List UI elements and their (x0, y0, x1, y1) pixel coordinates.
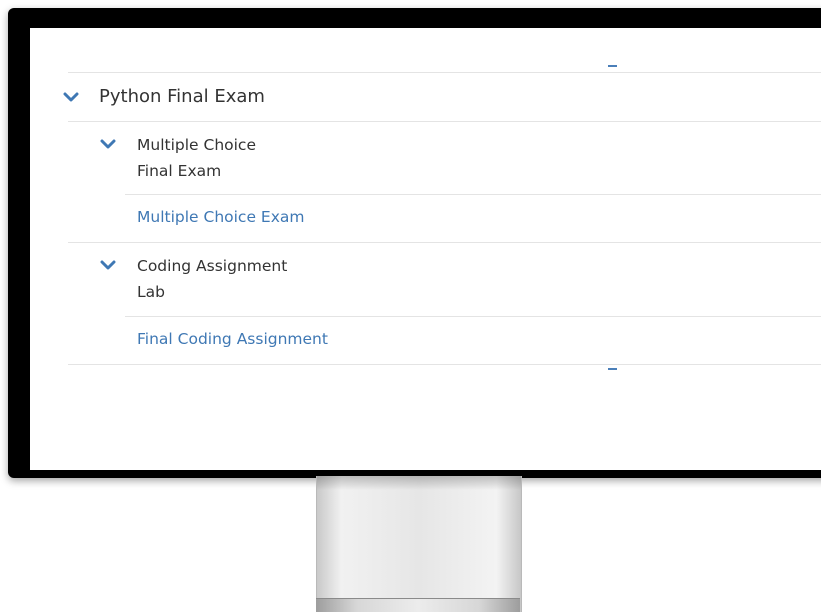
chevron-down-icon[interactable] (63, 91, 79, 103)
monitor-stand (316, 476, 522, 612)
section-divider (125, 316, 821, 317)
section-subtitle: Final Exam (137, 162, 222, 180)
section-row[interactable]: Multiple Choice Final Exam (30, 124, 821, 194)
monitor-scene: Python Final Exam Multiple Choice Final … (0, 0, 821, 612)
stand-shadow (317, 476, 521, 490)
chevron-down-icon[interactable] (100, 138, 116, 150)
monitor-screen: Python Final Exam Multiple Choice Final … (30, 28, 821, 470)
top-divider (68, 72, 821, 73)
course-header-row[interactable]: Python Final Exam (30, 78, 821, 122)
course-title: Python Final Exam (99, 86, 265, 107)
course-divider (68, 121, 821, 122)
chevron-down-icon[interactable] (100, 259, 116, 271)
bottom-divider (68, 364, 821, 365)
assignment-link[interactable]: Final Coding Assignment (137, 330, 328, 348)
section-divider (125, 194, 821, 195)
monitor-bezel: Python Final Exam Multiple Choice Final … (8, 8, 821, 478)
bottom-dash-indicator (608, 368, 617, 370)
section-subtitle: Lab (137, 283, 165, 301)
section-row[interactable]: Coding Assignment Lab (30, 245, 821, 315)
top-dash-indicator (608, 65, 617, 67)
assignment-link[interactable]: Multiple Choice Exam (137, 208, 304, 226)
assignment-row[interactable]: Multiple Choice Exam (30, 196, 821, 242)
section-title: Coding Assignment (137, 257, 288, 275)
assignment-divider (68, 242, 821, 243)
section-title: Multiple Choice (137, 136, 256, 154)
monitor-stand-base (316, 598, 520, 612)
assignment-row[interactable]: Final Coding Assignment (30, 318, 821, 364)
